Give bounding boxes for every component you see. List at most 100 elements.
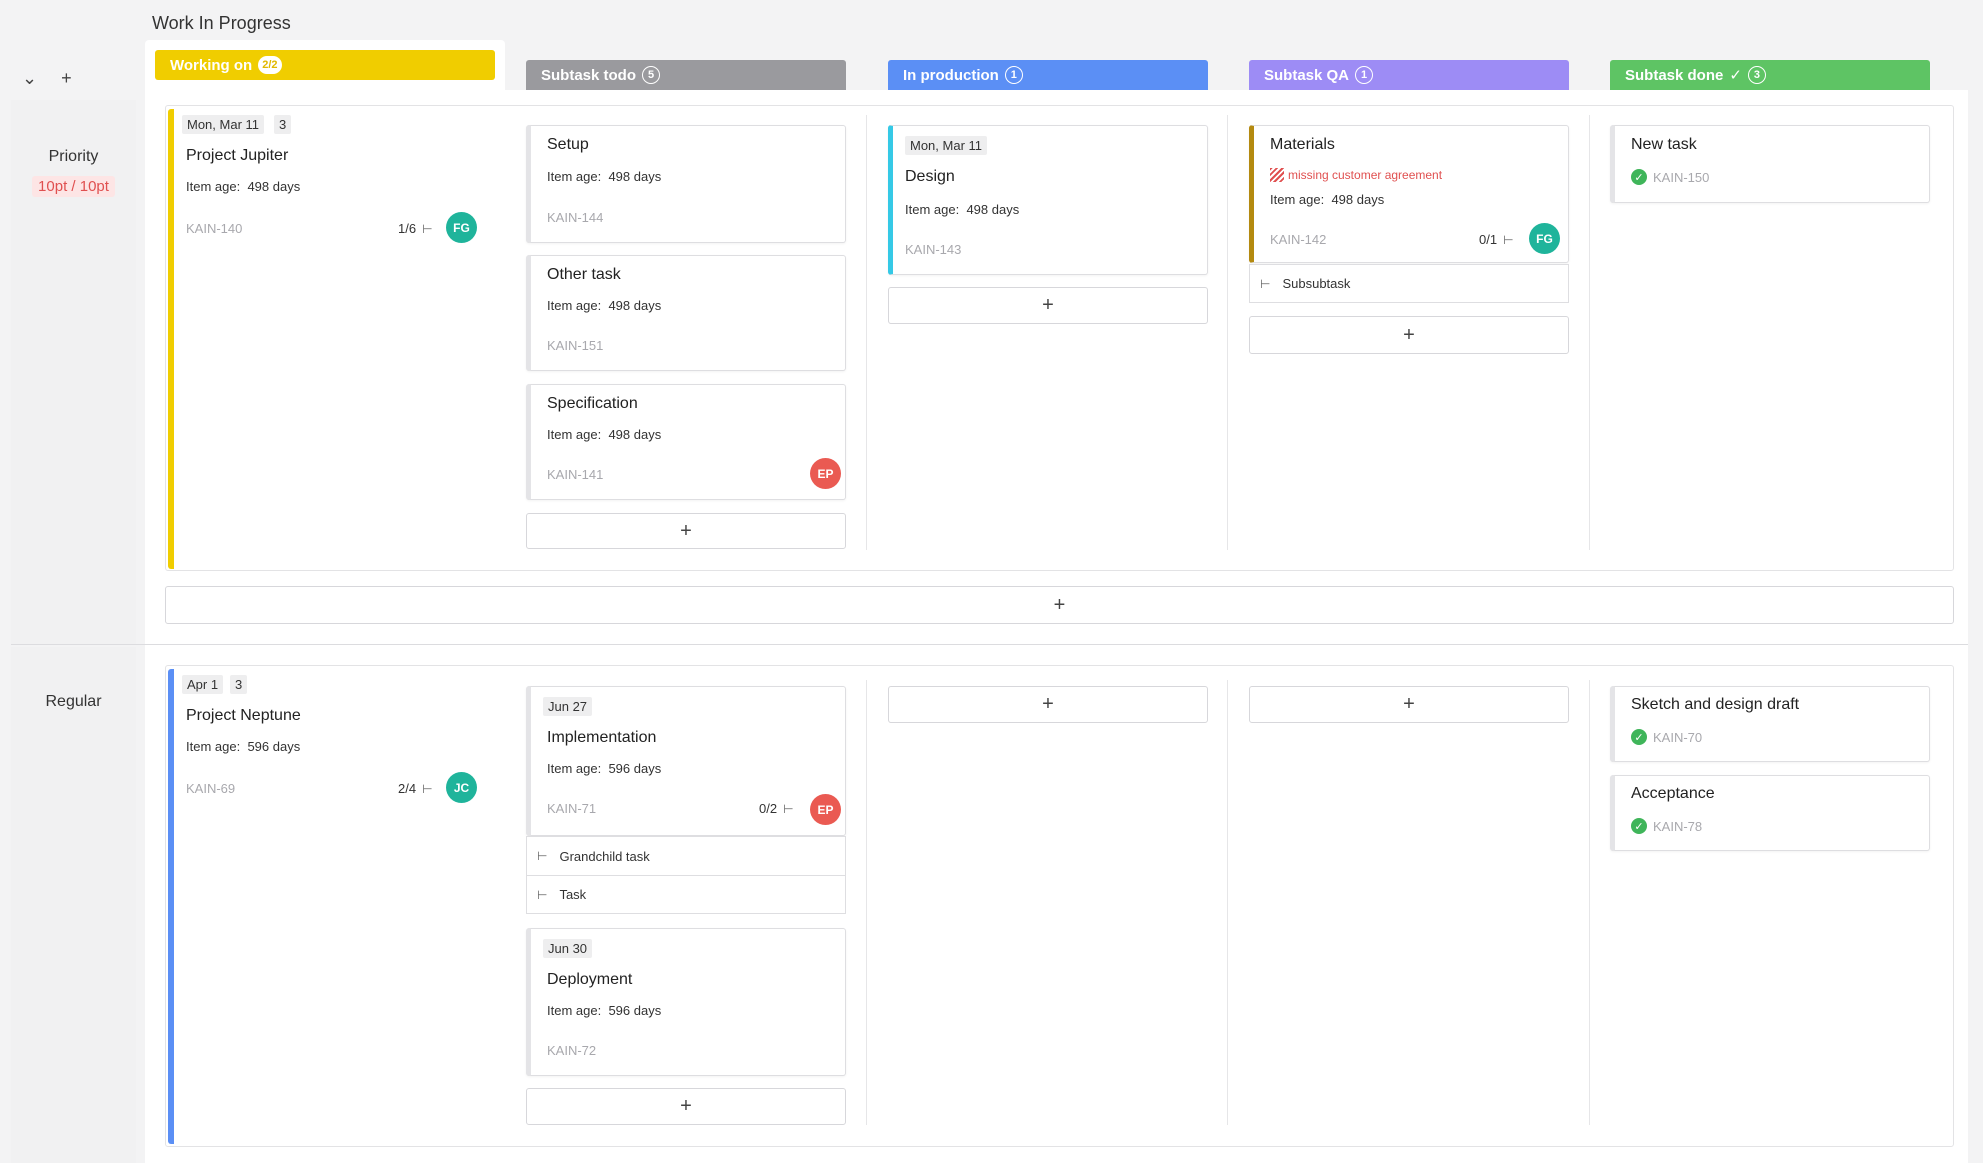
avatar[interactable]: JC — [446, 772, 477, 803]
card-key-row: ✓ KAIN-70 — [1631, 729, 1702, 745]
card-project-neptune[interactable]: Apr 1 3 Project Neptune Item age: 596 da… — [168, 669, 498, 1144]
age-value: 498 days — [608, 298, 662, 313]
progress-value: 1/6 — [398, 221, 417, 236]
column-label: Subtask QA — [1264, 66, 1350, 84]
card-title: Deployment — [547, 971, 633, 988]
avatar[interactable]: EP — [810, 794, 841, 825]
card-key[interactable]: KAIN-141 — [547, 467, 603, 482]
age-value: 596 days — [608, 1003, 662, 1018]
column-label: Subtask todo — [541, 66, 637, 84]
card-specification[interactable]: Specification Item age: 498 days KAIN-14… — [526, 384, 846, 500]
age-label: Item age: — [905, 202, 960, 217]
card-implementation[interactable]: Jun 27 Implementation Item age: 596 days… — [526, 686, 846, 836]
card-age: Item age: 498 days — [1270, 192, 1384, 207]
card-title: Project Jupiter — [186, 147, 289, 164]
card-title: Materials — [1270, 136, 1335, 153]
subtask-progress: 1/6 ⊢ — [398, 221, 433, 236]
avatar[interactable]: FG — [446, 212, 477, 243]
card-key[interactable]: KAIN-140 — [186, 221, 242, 236]
lane-title-regular[interactable]: Regular — [11, 693, 136, 711]
age-value: 498 days — [247, 179, 301, 194]
subtask-tree-icon: ⊢ — [783, 801, 794, 816]
column-header-subtask-qa[interactable]: Subtask QA 1 — [1249, 60, 1569, 90]
card-key[interactable]: KAIN-151 — [547, 338, 603, 353]
subtask-progress: 2/4 ⊢ — [398, 781, 433, 796]
card-key[interactable]: KAIN-69 — [186, 781, 235, 796]
column-divider — [866, 680, 867, 1125]
column-header-subtask-done[interactable]: Subtask done ✓ 3 — [1610, 60, 1930, 90]
card-key[interactable]: KAIN-72 — [547, 1043, 596, 1058]
age-value: 498 days — [1331, 192, 1385, 207]
card-age: Item age: 596 days — [186, 739, 300, 754]
add-card-button[interactable]: + — [526, 513, 846, 549]
add-card-button[interactable]: + — [888, 686, 1208, 723]
card-title: Specification — [547, 395, 638, 412]
card-design[interactable]: Mon, Mar 11 Design Item age: 498 days KA… — [888, 125, 1208, 275]
age-value: 596 days — [247, 739, 301, 754]
age-value: 498 days — [608, 169, 662, 184]
card-other-task[interactable]: Other task Item age: 498 days KAIN-151 — [526, 255, 846, 371]
card-key[interactable]: KAIN-143 — [905, 242, 961, 257]
card-project-jupiter[interactable]: Mon, Mar 11 3 Project Jupiter Item age: … — [168, 109, 498, 569]
column-header-subtask-todo[interactable]: Subtask todo 5 — [526, 60, 846, 90]
add-card-button[interactable]: + — [526, 1088, 846, 1125]
age-label: Item age: — [547, 298, 602, 313]
card-key[interactable]: KAIN-150 — [1653, 170, 1709, 185]
card-key[interactable]: KAIN-70 — [1653, 730, 1702, 745]
card-title: Setup — [547, 136, 589, 153]
card-deployment[interactable]: Jun 30 Deployment Item age: 596 days KAI… — [526, 928, 846, 1076]
card-key[interactable]: KAIN-71 — [547, 801, 596, 816]
add-card-row-button[interactable]: + — [165, 586, 1954, 624]
card-new-task[interactable]: New task ✓ KAIN-150 — [1610, 125, 1930, 203]
age-value: 498 days — [608, 427, 662, 442]
warning-flag: missing customer agreement — [1270, 168, 1442, 182]
card-age: Item age: 498 days — [547, 427, 661, 442]
age-value: 498 days — [966, 202, 1020, 217]
age-label: Item age: — [186, 739, 241, 754]
column-count-badge: 1 — [1355, 66, 1374, 84]
card-key[interactable]: KAIN-78 — [1653, 819, 1702, 834]
warning-hatch-icon — [1270, 168, 1284, 182]
subtask-row[interactable]: ⊢ Grandchild task — [526, 836, 846, 876]
subtask-progress: 0/1 ⊢ — [1479, 232, 1514, 247]
warning-text: missing customer agreement — [1288, 168, 1443, 182]
column-header-working-on[interactable]: Working on 2/2 — [155, 50, 495, 80]
wip-limit-badge: 10pt / 10pt — [32, 176, 115, 197]
column-count-badge: 3 — [1747, 66, 1766, 84]
age-label: Item age: — [547, 761, 602, 776]
add-card-button[interactable]: + — [1249, 686, 1569, 723]
progress-value: 0/2 — [759, 801, 778, 816]
subtask-title: Task — [559, 887, 587, 902]
lane-divider — [11, 644, 1968, 645]
card-age: Item age: 498 days — [905, 202, 1019, 217]
subtask-row[interactable]: ⊢ Subsubtask — [1249, 264, 1569, 303]
check-icon: ✓ — [1729, 67, 1742, 84]
card-key[interactable]: KAIN-144 — [547, 210, 603, 225]
card-setup[interactable]: Setup Item age: 498 days KAIN-144 — [526, 125, 846, 243]
avatar[interactable]: EP — [810, 458, 841, 489]
card-age: Item age: 498 days — [186, 179, 300, 194]
card-sketch-and-design-draft[interactable]: Sketch and design draft ✓ KAIN-70 — [1610, 686, 1930, 762]
card-key[interactable]: KAIN-142 — [1270, 232, 1326, 247]
card-acceptance[interactable]: Acceptance ✓ KAIN-78 — [1610, 775, 1930, 851]
age-value: 596 days — [608, 761, 662, 776]
column-label: Working on — [170, 56, 253, 74]
card-age: Item age: 498 days — [547, 169, 661, 184]
column-divider — [866, 115, 867, 550]
column-label: Subtask done — [1625, 66, 1724, 84]
column-count-badge: 5 — [642, 66, 661, 84]
add-card-button[interactable]: + — [888, 287, 1208, 324]
progress-value: 2/4 — [398, 781, 417, 796]
avatar[interactable]: FG — [1529, 223, 1560, 254]
add-card-button[interactable]: + — [1249, 316, 1569, 354]
wip-limit-container: 10pt / 10pt — [11, 176, 136, 197]
add-lane-button[interactable]: + — [61, 68, 72, 89]
column-header-in-production[interactable]: In production 1 — [888, 60, 1208, 90]
age-label: Item age: — [1270, 192, 1325, 207]
collapse-all-icon[interactable]: ⌄ — [22, 68, 37, 89]
lane-title-priority[interactable]: Priority — [11, 148, 136, 166]
subtask-row[interactable]: ⊢ Task — [526, 875, 846, 914]
age-label: Item age: — [547, 427, 602, 442]
card-materials[interactable]: Materials missing customer agreement Ite… — [1249, 125, 1569, 263]
card-title: Project Neptune — [186, 707, 301, 724]
